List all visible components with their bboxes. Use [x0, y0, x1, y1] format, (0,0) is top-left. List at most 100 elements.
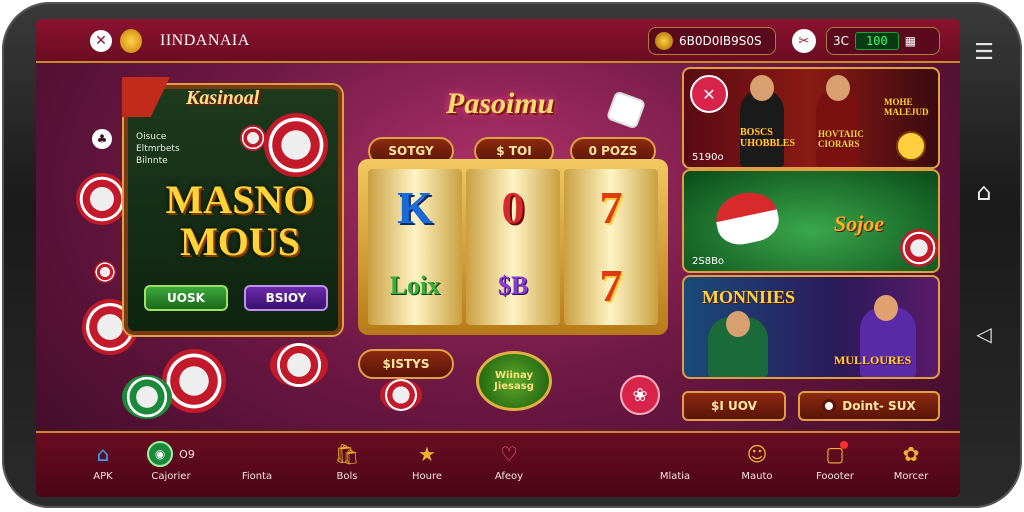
person-head	[826, 75, 850, 101]
right-right-label: Doint- SUX	[842, 399, 916, 413]
nav-label: APK	[93, 471, 113, 482]
reel-2: 0 $B	[466, 169, 560, 325]
blank-icon	[244, 441, 270, 467]
card-suit-icon: ♣	[92, 129, 112, 149]
nav-label: Fionta	[241, 471, 273, 482]
reel-symbol: 0	[501, 182, 525, 233]
promo-right-button[interactable]: BSIOY	[244, 285, 328, 311]
card-corner-label: 2S8Bo	[692, 256, 725, 267]
right-right-button[interactable]: Doint- SUX	[798, 391, 940, 421]
nav-label: Bols	[336, 471, 358, 482]
reel-symbol: Loix	[389, 271, 441, 300]
card-corner-label: 5190o	[692, 152, 724, 163]
chip-icon: ◉	[147, 441, 174, 467]
notification-dot	[840, 441, 848, 449]
reel-1: K Loix	[368, 169, 462, 325]
card-title-3: MOHE MALEJUD	[884, 97, 929, 117]
avatar	[655, 32, 673, 50]
ball-icon	[711, 187, 783, 249]
account-badge[interactable]: 6B0D0IB9S0S	[648, 27, 776, 55]
game-card-3[interactable]: MONNIIES MULLOURES	[682, 275, 940, 379]
nav-badge: O9	[179, 447, 195, 461]
card-title: BOSCS UHOBBLES	[740, 127, 796, 149]
top-bar: ✕ IINDANAIA 6B0D0IB9S0S ✂ 3C 100 ▦	[36, 19, 960, 63]
card-title: Sojoe	[834, 211, 885, 236]
bag-icon: 🛍	[334, 442, 360, 466]
game-card-1[interactable]: ✕ BOSCS UHOBBLES HOVTAIIC CIORARS MOHE M…	[682, 67, 940, 169]
balance-prefix: 3C	[833, 34, 850, 48]
blank-icon	[662, 441, 688, 467]
gift-icon[interactable]: ❀	[620, 375, 660, 415]
card-title: MONNIIES	[702, 287, 796, 307]
toggle-dot-icon	[822, 399, 837, 413]
chip-decor	[380, 379, 422, 411]
reel-symbol: $B	[497, 271, 529, 300]
person-head	[874, 295, 898, 321]
promo-tag: Kasinoal	[186, 87, 260, 109]
reel-symbol: K	[397, 182, 433, 233]
home-system-icon[interactable]: ⌂	[964, 172, 1004, 212]
system-nav: ☰ ⌂ ◁	[964, 32, 1004, 362]
reel-symbol: 7	[599, 260, 623, 311]
home-icon: ⌂	[96, 442, 110, 466]
nav-label: Cajorier	[151, 471, 191, 482]
coin-logo-icon	[120, 29, 142, 53]
balance-box[interactable]: 3C 100 ▦	[826, 27, 940, 55]
phone-frame: ✕ IINDANAIA 6B0D0IB9S0S ✂ 3C 100 ▦ ♣ Kas…	[2, 2, 1022, 508]
slot-machine[interactable]: K Loix 0 $B 7 7	[358, 159, 668, 335]
chip-decor	[76, 173, 128, 225]
menu-icon[interactable]: ☰	[964, 32, 1004, 72]
card-title-2: HOVTAIIC CIORARS	[818, 129, 864, 149]
person-head	[750, 75, 774, 101]
card-title-2: MULLOURES	[834, 353, 912, 367]
brand-name: IINDANAIA	[160, 32, 250, 49]
nav-item-afeoy[interactable]: ♡ Afeoy	[474, 441, 544, 493]
card-badge-icon: ✕	[690, 75, 728, 113]
nav-item-cajorier[interactable]: ◉ O9 Cajorier	[136, 441, 206, 493]
nav-chip-row: ◉ O9	[147, 441, 195, 467]
game-title: Pasoimu	[446, 87, 555, 120]
reel-3: 7 7	[564, 169, 658, 325]
chip-decor	[162, 349, 226, 413]
nav-label: Morcer	[893, 471, 929, 482]
winning-medal[interactable]: Wiinay Jiesasg	[476, 351, 552, 411]
promo-subtext: Oisuce Eltmrbets Bilnnte	[136, 132, 180, 166]
chip-decor	[264, 113, 328, 177]
nav-item-morcer[interactable]: ✿ Morcer	[876, 441, 946, 493]
trophy-icon	[896, 131, 926, 161]
back-icon[interactable]: ◁	[964, 314, 1004, 354]
nav-item-mlatia[interactable]: Mlatia	[640, 441, 710, 493]
menu-grid-icon[interactable]: ▦	[905, 34, 916, 48]
nav-label: Mlatia	[659, 471, 691, 482]
message-icon: ▢	[822, 441, 848, 467]
promo-left-button[interactable]: UOSK	[144, 285, 228, 311]
nav-label: Mauto	[741, 471, 773, 482]
bet-button[interactable]: $ISTYS	[358, 349, 454, 379]
star-icon: ★	[418, 442, 436, 466]
nav-item-bols[interactable]: 🛍 Bols	[312, 441, 382, 493]
chip-decor	[94, 261, 116, 283]
chip-decor	[240, 125, 266, 151]
promo-headline: MASNO MOUS	[165, 177, 315, 264]
nav-item-foooter[interactable]: ▢ Foooter	[800, 441, 870, 493]
nav-item-apk[interactable]: ⌂ APK	[68, 441, 138, 493]
nav-item-houre[interactable]: ★ Houre	[392, 441, 462, 493]
chip-decor	[270, 343, 328, 387]
heart-icon: ♡	[500, 442, 518, 466]
close-icon[interactable]: ✕	[90, 30, 112, 52]
nav-item-mauto[interactable]: ☺ Mauto	[722, 441, 792, 493]
balance-value: 100	[855, 32, 899, 50]
dice-icon	[605, 90, 647, 130]
tools-icon[interactable]: ✂	[792, 29, 816, 53]
app-screen: ✕ IINDANAIA 6B0D0IB9S0S ✂ 3C 100 ▦ ♣ Kas…	[36, 19, 960, 497]
smile-icon: ☺	[746, 442, 768, 466]
nav-item-fionta[interactable]: Fionta	[222, 441, 292, 493]
reel-symbol: 7	[599, 182, 623, 233]
flower-icon: ✿	[902, 442, 920, 466]
chip-decor	[122, 375, 172, 419]
account-text: 6B0D0IB9S0S	[679, 34, 762, 48]
right-left-button[interactable]: $I UOV	[682, 391, 786, 421]
bottom-nav: ⌂ APK ◉ O9 Cajorier Fionta 🛍 Bols ★ Hour	[36, 431, 960, 497]
person-head	[726, 311, 750, 337]
game-card-2[interactable]: Sojoe 2S8Bo	[682, 169, 940, 273]
